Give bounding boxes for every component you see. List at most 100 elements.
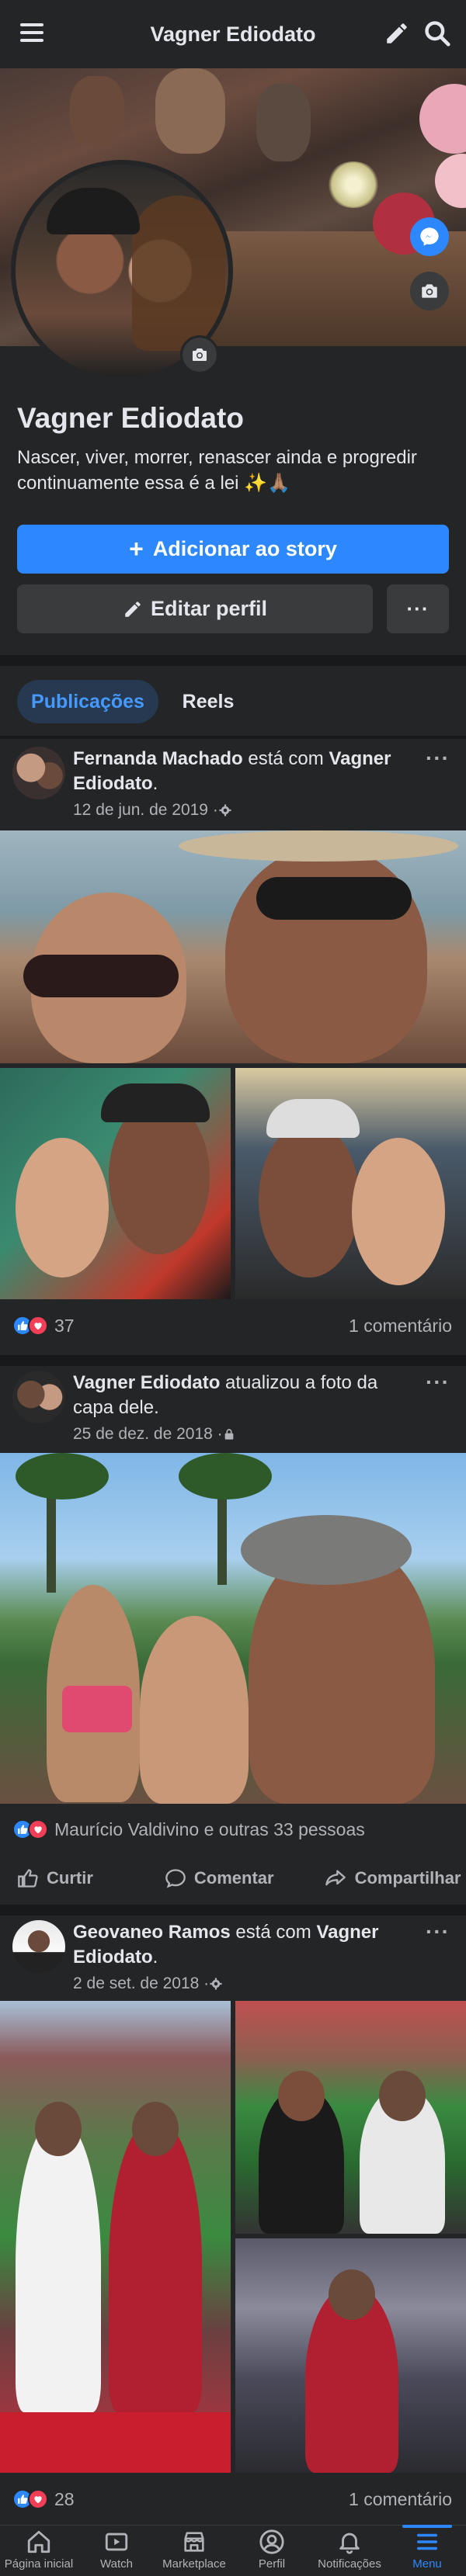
love-icon (28, 1819, 48, 1839)
post-photo[interactable] (235, 2238, 466, 2473)
post-photo[interactable] (235, 2001, 466, 2234)
nav-label: Página inicial (4, 2557, 74, 2571)
nav-marketplace[interactable]: Marketplace (155, 2526, 233, 2576)
post-author-name[interactable]: Vagner Ediodato (73, 1372, 220, 1393)
marketplace-icon (184, 2532, 204, 2552)
comments-count[interactable]: 1 comentário (349, 1316, 452, 1337)
post-photo[interactable] (0, 1068, 231, 1299)
reactions-text: Maurício Valdivino e outras 33 pessoas (54, 1818, 365, 1839)
edit-profile-label: Editar perfil (150, 597, 268, 620)
page-title: Vagner Ediodato (150, 22, 316, 46)
post-date[interactable]: 12 de jun. de 2019 · (73, 801, 218, 820)
hamburger-icon[interactable] (20, 23, 43, 43)
post-author-avatar[interactable] (12, 1920, 65, 1973)
post-author-name[interactable]: Fernanda Machado (73, 748, 243, 769)
edit-profile-button[interactable]: Editar perfil (17, 584, 373, 633)
post-suffix: . (152, 773, 158, 794)
nav-notifications[interactable]: Notificações (311, 2526, 388, 2576)
post-title: Fernanda Machado está com Vagner Ediodat… (73, 747, 415, 796)
post-title: Vagner Ediodato atualizou a foto da capa… (73, 1371, 415, 1420)
profile-name: Vagner Ediodato (17, 402, 244, 434)
plus-icon: + (129, 535, 144, 563)
profile-icon (259, 2529, 284, 2554)
post-options-icon[interactable]: ··· (426, 1921, 454, 1943)
post-meta: 2 de set. de 2018 · (73, 1974, 223, 1993)
like-label: Curtir (47, 1868, 93, 1888)
nav-label: Perfil (258, 2557, 286, 2571)
post-author-avatar[interactable] (12, 1371, 65, 1423)
post-photo[interactable] (0, 1453, 466, 1804)
bottom-nav: Página inicial Watch Marketplace Perfil … (0, 2525, 466, 2576)
post-meta: 12 de jun. de 2019 · (73, 801, 232, 820)
cover-person (155, 68, 225, 154)
nav-menu[interactable]: Menu (388, 2525, 466, 2576)
divider (0, 1905, 466, 1916)
tab-reels[interactable]: Reels (171, 680, 245, 723)
post-author-avatar[interactable] (12, 747, 65, 799)
post-suffix: . (152, 1947, 158, 1968)
post-verb: está com (230, 1922, 317, 1943)
gear-icon (210, 1978, 222, 1990)
love-icon (28, 1316, 48, 1336)
pencil-icon[interactable] (384, 20, 410, 47)
reactions-summary[interactable]: 28 (12, 2488, 75, 2511)
cover-person (256, 84, 311, 161)
post-date[interactable]: 2 de set. de 2018 · (73, 1974, 209, 1993)
bell-icon (339, 2533, 360, 2554)
comment-icon (165, 1869, 186, 1888)
cover-balloon (419, 84, 466, 154)
home-icon (27, 2530, 50, 2553)
post-photo[interactable] (235, 1068, 466, 1299)
share-icon (325, 1870, 346, 1886)
messenger-icon[interactable] (410, 217, 449, 256)
nav-home[interactable]: Página inicial (0, 2526, 78, 2576)
reactions-summary[interactable]: 37 (12, 1314, 75, 1337)
divider (0, 1355, 466, 1366)
post-verb: está com (242, 748, 329, 769)
reactions-summary[interactable]: Maurício Valdivino e outras 33 pessoas (12, 1818, 365, 1841)
profile-bio: Nascer, viver, morrer, renascer ainda e … (17, 447, 417, 494)
cover-person (70, 76, 124, 146)
share-button[interactable]: Compartilhar (324, 1867, 461, 1889)
camera-icon[interactable] (180, 335, 219, 374)
lock-icon (224, 1429, 233, 1440)
post-options-icon[interactable]: ··· (426, 747, 454, 770)
comment-label: Comentar (193, 1868, 274, 1888)
thumb-up-icon (18, 1869, 38, 1888)
nav-label: Marketplace (162, 2557, 226, 2571)
more-options-button[interactable]: ··· (387, 584, 449, 633)
add-story-button[interactable]: + Adicionar ao story (17, 525, 449, 574)
reactions-count: 37 (54, 1315, 75, 1336)
reactions-count: 28 (54, 2488, 75, 2509)
nav-label: Menu (412, 2557, 442, 2571)
post-author-name[interactable]: Geovaneo Ramos (73, 1922, 231, 1943)
post-title: Geovaneo Ramos está com Vagner Ediodato. (73, 1920, 415, 1970)
post-options-icon[interactable]: ··· (426, 1371, 454, 1394)
menu-icon (416, 2533, 438, 2550)
divider (0, 736, 466, 739)
post-actions: Curtir Comentar Compartilhar (0, 1853, 466, 1903)
camera-icon[interactable] (410, 272, 449, 310)
pencil-icon (125, 601, 141, 617)
like-button[interactable]: Curtir (17, 1867, 93, 1889)
nav-watch[interactable]: Watch (78, 2526, 155, 2576)
comment-button[interactable]: Comentar (165, 1867, 274, 1889)
comments-count[interactable]: 1 comentário (349, 2489, 452, 2510)
nav-label: Notificações (318, 2557, 381, 2571)
nav-profile[interactable]: Perfil (233, 2526, 311, 2576)
nav-label: Watch (100, 2557, 133, 2571)
post-photo[interactable] (0, 2001, 231, 2473)
top-bar: Vagner Ediodato (0, 0, 466, 68)
cover-flowers (326, 161, 381, 208)
watch-icon (105, 2533, 128, 2551)
search-icon[interactable] (423, 19, 452, 48)
post-meta: 25 de dez. de 2018 · (73, 1425, 235, 1444)
add-story-label: Adicionar ao story (152, 537, 337, 560)
share-label: Compartilhar (354, 1868, 461, 1888)
post-photo[interactable] (0, 830, 466, 1063)
gear-icon (219, 804, 231, 816)
divider (0, 655, 466, 666)
tab-publicacoes[interactable]: Publicações (17, 680, 158, 723)
cover-balloon (435, 154, 466, 208)
post-date[interactable]: 25 de dez. de 2018 · (73, 1425, 223, 1444)
